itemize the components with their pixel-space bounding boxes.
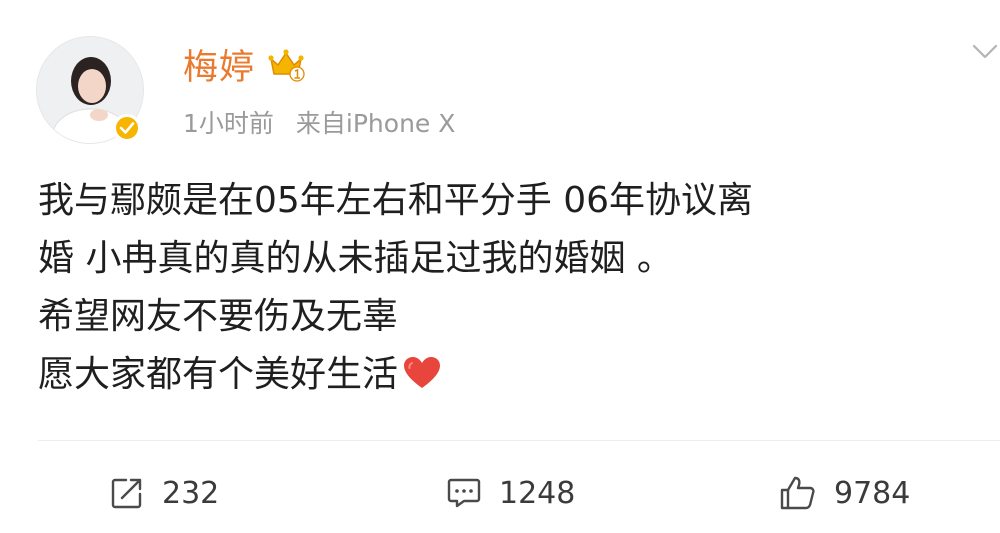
comment-button[interactable]: 1248 [445,465,575,521]
post-text-line: 我与鄢颇是在05年左右和平分手 06年协议离 [38,180,754,221]
member-crown-icon[interactable] [267,46,305,82]
post-time: 1小时前 [183,109,274,138]
like-count: 9784 [834,475,911,511]
post-text-line-last: 愿大家都有个美好生活 [38,346,988,404]
chevron-down-icon[interactable] [970,38,1000,66]
post-text-line: 婚 小冉真的真的从未插足过我的婚姻 。 [38,238,673,279]
user-name[interactable]: 梅婷 [183,39,255,90]
divider [38,440,1000,441]
comment-icon [447,478,481,508]
action-bar: 232 1248 9784 [0,465,1000,521]
like-button[interactable]: 9784 [778,465,910,521]
thumbs-up-icon [780,476,815,510]
post-meta: 1小时前 来自iPhone X [183,104,455,140]
post-source: 来自iPhone X [295,109,456,138]
repost-icon [111,478,142,509]
post-text-line-text: 愿大家都有个美好生活 [38,354,399,395]
comment-count: 1248 [499,475,576,511]
verified-badge-icon [113,114,141,142]
post-content: 我与鄢颇是在05年左右和平分手 06年协议离 婚 小冉真的真的从未插足过我的婚姻… [38,172,988,404]
red-heart-emoji [402,351,442,388]
name-row: 梅婷 [183,40,305,88]
post-text-line: 希望网友不要伤及无辜 [38,296,399,337]
repost-count: 232 [162,475,220,511]
repost-button[interactable]: 232 [108,465,219,521]
weibo-post-card: 梅婷 1小时前 来自iPhone X 我与鄢颇是在05年左右和平分手 06年协议… [0,0,1000,533]
avatar-container[interactable] [36,36,144,144]
